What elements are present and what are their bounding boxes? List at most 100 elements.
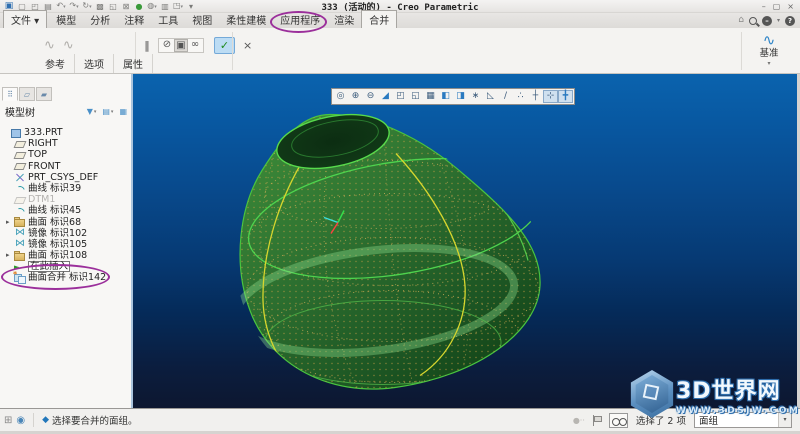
- help-icon[interactable]: ?: [785, 15, 795, 26]
- tree-item-plane-top[interactable]: TOP: [0, 149, 131, 160]
- tab-analysis[interactable]: 分析: [83, 11, 117, 28]
- record-dot-icon: ●··: [572, 415, 585, 425]
- tree-item-mirror-105[interactable]: ⋈ 镜像 标识105: [0, 239, 131, 250]
- graphics-area[interactable]: ◎ ⊕ ⊖ ◢ ◰ ◱ ▦ ◧ ◨ ∗ ◺ ∕ ∴ ┼ ⊹ ╋: [133, 74, 797, 408]
- panel-button-2[interactable]: 属性: [114, 54, 153, 73]
- model-tree: 333.PRT RIGHT TOP FRONT PRT_CSYS_DEF 曲线 标识39 D…: [0, 127, 131, 285]
- zoom-out-icon[interactable]: ⊖: [363, 90, 378, 103]
- tree-item-curve-45[interactable]: 曲线 标识45: [0, 205, 131, 216]
- find-button[interactable]: [608, 412, 628, 428]
- favorites-tab[interactable]: ▰: [36, 87, 52, 101]
- display-style-icon[interactable]: ▦: [423, 90, 438, 103]
- tree-item-label: 在此插入: [28, 261, 71, 273]
- 3d-model-canvas[interactable]: [133, 74, 797, 408]
- no-preview-icon[interactable]: ⊘: [160, 39, 174, 52]
- pause-icon[interactable]: ‖: [140, 39, 154, 52]
- part-icon: [10, 128, 22, 138]
- tree-item-quilt-68[interactable]: ▸ 曲面 标识68: [0, 217, 131, 228]
- datum-plane-display-icon[interactable]: ∗: [468, 90, 483, 103]
- verify-icon[interactable]: ∞: [188, 39, 202, 52]
- model-tree-tab[interactable]: ⠿: [2, 87, 18, 101]
- axis-display-icon[interactable]: ∕: [498, 90, 513, 103]
- new-feature-badge: *: [13, 270, 18, 280]
- creo-parametric-window: ▣ ▢ ◰ ▤ ↶▾ ↷▾ ↻▾ ▩ ◱ ⊠ ● ◍▾ ▥ ◳▾ ▾ 333 (活动的) - Creo Pa…: [0, 0, 800, 434]
- zoom-in-icon[interactable]: ⊕: [348, 90, 363, 103]
- help-toolbar: ⌂ – ▾ ?: [738, 15, 795, 26]
- zoom-region-icon[interactable]: ◎: [333, 90, 348, 103]
- tree-item-label: DTM1: [28, 194, 56, 206]
- spin-center-icon[interactable]: ╋: [558, 90, 573, 103]
- section-back-icon[interactable]: ◨: [453, 90, 468, 103]
- tab-model[interactable]: 模型: [49, 11, 83, 28]
- preview-options-group: ⊘ ▣ ∞: [158, 38, 204, 53]
- main-area: ⠿ ▱ ▰ 模型树 ▼ ▾ ▤ ▾ ▦ 333.PRT RIGHT TOP FRONT PRT_CS…: [0, 74, 800, 408]
- tree-item-dtm1[interactable]: DTM1: [0, 194, 131, 205]
- tab-merge[interactable]: 合并: [361, 10, 398, 28]
- search-icon[interactable]: [748, 16, 757, 25]
- tree-item-insert-here[interactable]: ► 在此插入: [0, 261, 131, 273]
- csys-display-icon[interactable]: ┼: [528, 90, 543, 103]
- graphics-toolbar: ◎ ⊕ ⊖ ◢ ◰ ◱ ▦ ◧ ◨ ∗ ◺ ∕ ∴ ┼ ⊹ ╋: [331, 88, 575, 105]
- watermark-title: 3D世界网: [676, 378, 781, 404]
- watermark-url: WWW.3DSJW.COM: [676, 405, 800, 416]
- point-display-icon[interactable]: ∴: [513, 90, 528, 103]
- refit-icon[interactable]: ◢: [378, 90, 393, 103]
- tree-item-label: 镜像 标识102: [28, 227, 88, 239]
- flag-icon[interactable]: [592, 414, 602, 426]
- tree-item-merge-142[interactable]: * 曲面合并 标识142: [0, 270, 131, 285]
- tabs-container: 文件 ▾ 模型 分析 注释 工具 视图 柔性建模 应用程序 渲染 合并: [3, 10, 398, 28]
- tree-item-label: RIGHT: [28, 138, 58, 150]
- panel-button-1[interactable]: 选项: [75, 54, 114, 73]
- expand-arrow-icon[interactable]: ▸: [6, 250, 14, 261]
- tab-file[interactable]: 文件 ▾: [3, 10, 48, 28]
- datum-dropdown[interactable]: ∿ 基准 ▾: [751, 32, 787, 68]
- section-front-icon[interactable]: ◧: [438, 90, 453, 103]
- prompt-arrow-icon: ◆: [42, 415, 50, 425]
- panel-button-0[interactable]: 参考: [36, 54, 75, 73]
- minimize-icon[interactable]: –: [762, 2, 766, 11]
- tab-render[interactable]: 渲染: [327, 11, 361, 28]
- mirror-icon: ⋈: [15, 227, 25, 239]
- plane-icon: [14, 139, 26, 149]
- folder-browser-tab[interactable]: ▱: [19, 87, 35, 101]
- close-icon[interactable]: ×: [787, 2, 794, 11]
- tree-filter-button[interactable]: ▼ ▾: [87, 107, 97, 116]
- mirror-icon: ⋈: [15, 238, 25, 250]
- ribbon-tab-bar: 文件 ▾ 模型 分析 注释 工具 视图 柔性建模 应用程序 渲染 合并 ⌂ – ▾ ?: [0, 10, 800, 33]
- web-browser-toggle-icon[interactable]: ◉: [16, 415, 25, 426]
- tree-item-plane-front[interactable]: FRONT: [0, 161, 131, 172]
- attached-preview-icon[interactable]: ▣: [174, 39, 188, 52]
- plane-icon: [14, 161, 26, 171]
- model-tree-header: 模型树 ▼ ▾ ▤ ▾ ▦: [0, 101, 131, 119]
- tree-item-part-333[interactable]: 333.PRT: [0, 127, 131, 138]
- model-tree-toggle-icon[interactable]: ⊞: [4, 415, 12, 426]
- tree-settings-button[interactable]: ▤ ▾: [102, 107, 113, 116]
- tree-item-csys-def[interactable]: PRT_CSYS_DEF: [0, 172, 131, 183]
- tab-tools[interactable]: 工具: [151, 11, 185, 28]
- command-locator-icon[interactable]: –: [761, 15, 772, 26]
- tree-item-label: 曲线 标识39: [28, 182, 82, 194]
- home-icon[interactable]: ⌂: [738, 15, 744, 26]
- tree-item-quilt-108[interactable]: ▸ 曲面 标识108: [0, 250, 131, 261]
- command-caret-icon[interactable]: ▾: [777, 17, 780, 24]
- tree-item-plane-right[interactable]: RIGHT: [0, 138, 131, 149]
- tree-item-curve-39[interactable]: 曲线 标识39: [0, 183, 131, 194]
- plane-tag-display-icon[interactable]: ◺: [483, 90, 498, 103]
- maximize-icon[interactable]: ▢: [773, 2, 781, 11]
- tree-columns-button[interactable]: ▦: [119, 107, 128, 116]
- saved-orientations-icon[interactable]: ◰: [393, 90, 408, 103]
- tab-applications[interactable]: 应用程序: [273, 11, 327, 28]
- prompt-message: 选择要合并的面组。: [52, 416, 138, 427]
- tab-flexible-modeling[interactable]: 柔性建模: [219, 11, 273, 28]
- merge-side-one-icon[interactable]: ∿: [44, 38, 55, 53]
- merge-side-two-icon[interactable]: ∿: [63, 38, 74, 53]
- tab-annotate[interactable]: 注释: [117, 11, 151, 28]
- view-manager-icon[interactable]: ◱: [408, 90, 423, 103]
- expand-arrow-icon[interactable]: ▸: [6, 217, 14, 228]
- tab-view[interactable]: 视图: [185, 11, 219, 28]
- tree-item-label: 镜像 标识105: [28, 238, 88, 250]
- annotation-display-icon[interactable]: ⊹: [543, 90, 558, 103]
- tree-item-mirror-102[interactable]: ⋈ 镜像 标识102: [0, 228, 131, 239]
- window-controls: – ▢ ×: [762, 2, 800, 11]
- cancel-button[interactable]: ×: [243, 39, 252, 52]
